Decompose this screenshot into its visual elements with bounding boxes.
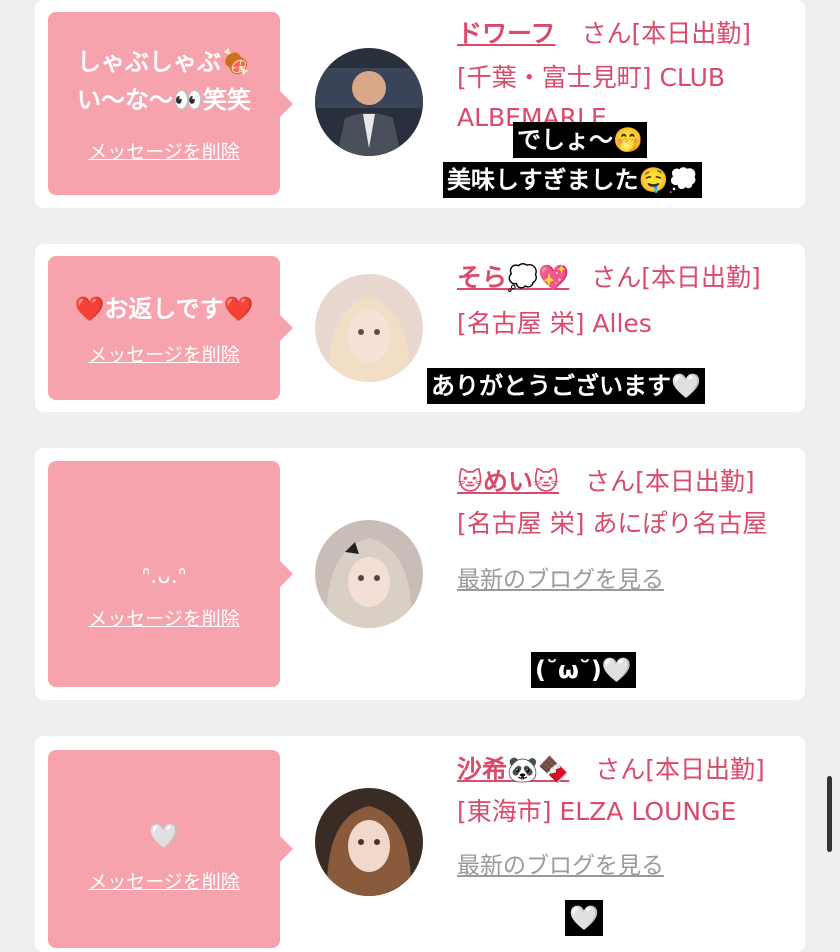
shop-text: [名古屋 栄] Alles <box>457 309 652 338</box>
avatar[interactable] <box>315 274 423 382</box>
message-card: ❤️お返しです❤️ メッセージを削除 そら💭💖 さん[本日出勤] [名古屋 栄]… <box>35 244 805 412</box>
message-bubble: ❤️お返しです❤️ メッセージを削除 <box>48 256 293 400</box>
message-card: ᐢ.ᴗ.ᐢ メッセージを削除 🐱めい🐱 さん[本日出勤] [名古屋 栄] あにぽ… <box>35 448 805 700</box>
message-card: 🤍 メッセージを削除 沙希🐼🍫 さん[本日出勤] [東海市] ELZA LOUN… <box>35 736 805 952</box>
cast-name-link[interactable]: 🐱めい🐱 <box>457 467 559 496</box>
avatar[interactable] <box>315 788 423 896</box>
cast-info: 🐱めい🐱 さん[本日出勤] [名古屋 栄] あにぽり名古屋 最新のブログを見る <box>457 462 787 594</box>
message-bubble: 🤍 メッセージを削除 <box>48 750 293 948</box>
avatar[interactable] <box>315 48 423 156</box>
message-bubble: ᐢ.ᴗ.ᐢ メッセージを削除 <box>48 461 293 687</box>
message-text: 🤍 <box>149 821 179 850</box>
delete-message-link[interactable]: メッセージを削除 <box>88 867 240 894</box>
cast-info: 沙希🐼🍫 さん[本日出勤] [東海市] ELZA LOUNGE 最新のブログを見… <box>457 750 787 880</box>
message-bubble: しゃぶしゃぶ🍖 い〜な〜👀笑笑 メッセージを削除 <box>48 12 293 195</box>
message-text: ❤️お返しです❤️ <box>74 294 254 323</box>
latest-blog-link[interactable]: 最新のブログを見る <box>457 560 787 594</box>
sticker-caption: 🤍 <box>565 900 603 936</box>
status-text: さん[本日出勤] <box>585 467 755 496</box>
shop-text: [東海市] ELZA LOUNGE <box>457 797 737 826</box>
shop-text: [名古屋 栄] あにぽり名古屋 <box>457 509 768 538</box>
message-text: ᐢ.ᴗ.ᐢ <box>141 563 187 589</box>
scrollbar[interactable] <box>827 776 832 852</box>
sticker-caption: 美味しすぎました🤤💭 <box>443 162 703 198</box>
delete-message-link[interactable]: メッセージを削除 <box>88 137 240 164</box>
cast-name-link[interactable]: そら💭💖 <box>457 263 569 292</box>
cast-name-link[interactable]: 沙希🐼🍫 <box>457 755 569 784</box>
sticker-caption: でしょ〜🤭 <box>513 122 647 158</box>
cast-name-link[interactable]: ドワーフ <box>457 19 556 48</box>
delete-message-link[interactable]: メッセージを削除 <box>88 340 240 367</box>
message-card: しゃぶしゃぶ🍖 い〜な〜👀笑笑 メッセージを削除 ドワーフ さん[本日出勤] [… <box>35 0 805 208</box>
avatar[interactable] <box>315 520 423 628</box>
cast-info: ドワーフ さん[本日出勤] [千葉・富士見町] CLUB ALBEMARLE <box>457 14 797 138</box>
status-text: さん[本日出勤] <box>595 755 765 784</box>
cast-info: そら💭💖 さん[本日出勤] [名古屋 栄] Alles <box>457 258 797 344</box>
sticker-caption: (˘ω˘)🤍 <box>531 652 636 688</box>
delete-message-link[interactable]: メッセージを削除 <box>88 604 240 631</box>
sticker-caption: ありがとうございます🤍 <box>427 368 705 404</box>
status-text: さん[本日出勤] <box>581 19 751 48</box>
status-text: さん[本日出勤] <box>591 263 761 292</box>
message-text: しゃぶしゃぶ🍖 い〜な〜👀笑笑 <box>77 48 251 114</box>
latest-blog-link[interactable]: 最新のブログを見る <box>457 846 787 880</box>
